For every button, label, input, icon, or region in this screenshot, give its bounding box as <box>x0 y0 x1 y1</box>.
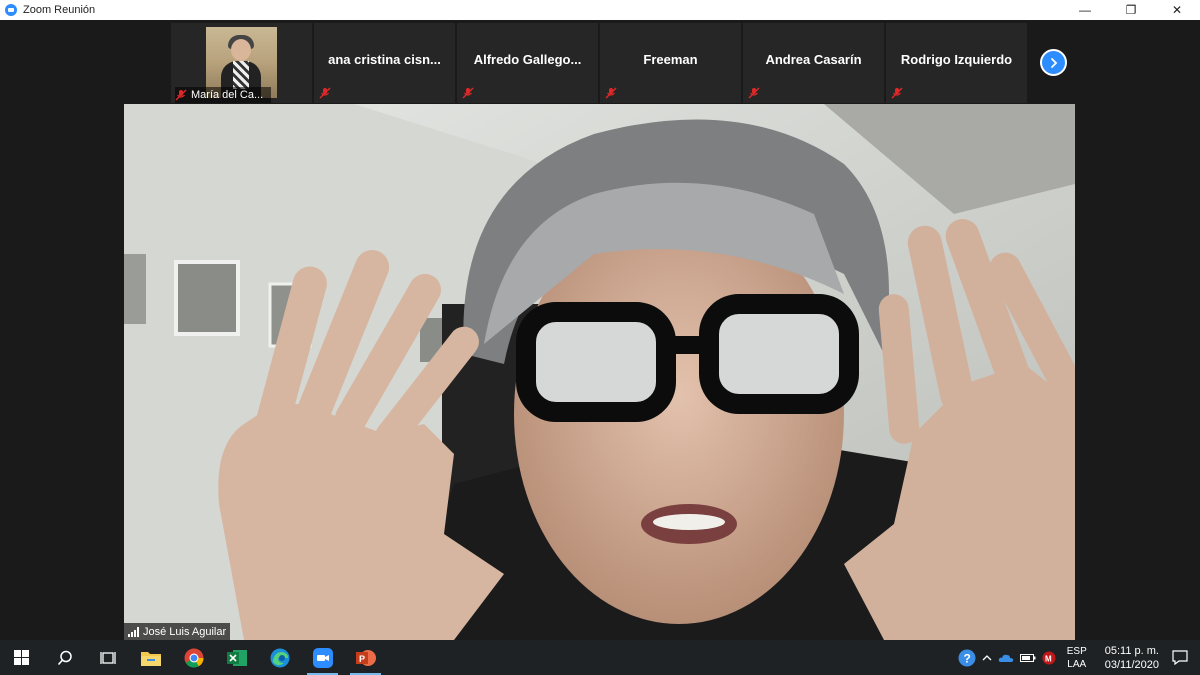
task-view-button[interactable] <box>86 640 129 675</box>
shield-icon: M <box>1042 651 1056 664</box>
chrome-button[interactable] <box>172 640 215 675</box>
chevron-up-icon <box>982 654 992 660</box>
restore-button[interactable]: ❐ <box>1108 0 1154 20</box>
title-bar: Zoom Reunión — ❐ ✕ <box>0 0 1200 20</box>
notifications-button[interactable] <box>1172 650 1188 665</box>
chevron-right-icon <box>1050 57 1057 68</box>
battery-tray-button[interactable] <box>1019 653 1036 663</box>
task-view-icon <box>99 651 116 664</box>
chrome-icon <box>184 648 203 668</box>
muted-mic-icon <box>891 87 903 99</box>
signal-strength-icon <box>128 626 139 637</box>
participant-name-tag: María del Ca... <box>175 87 271 103</box>
input-language-indicator[interactable]: ESP LAA <box>1067 645 1087 671</box>
windows-taskbar: P ? M ESP LAA 05:11 p. m. 03/11/2020 <box>0 640 1200 675</box>
participant-name: María del Ca... <box>191 89 264 101</box>
file-explorer-button[interactable] <box>129 640 172 675</box>
svg-text:?: ? <box>963 651 970 665</box>
keyboard-layout-code: LAA <box>1067 658 1087 670</box>
speaker-name-tag: José Luis Aguilar <box>124 623 231 640</box>
close-button[interactable]: ✕ <box>1154 0 1200 20</box>
file-explorer-icon <box>140 651 161 666</box>
windows-start-icon <box>14 650 29 665</box>
notification-icon <box>1172 650 1188 665</box>
excel-button[interactable] <box>215 640 258 675</box>
clock-date: 03/11/2020 <box>1104 658 1159 671</box>
help-tray-button[interactable]: ? <box>958 649 976 667</box>
language-code: ESP <box>1066 645 1087 657</box>
taskbar-clock[interactable]: 05:11 p. m. 03/11/2020 <box>1105 644 1159 672</box>
participant-name: Andrea Casarín <box>765 52 862 67</box>
participant-name: ana cristina cisn... <box>328 52 441 67</box>
window-controls: — ❐ ✕ <box>1062 0 1200 20</box>
powerpoint-button[interactable]: P <box>344 640 387 675</box>
participant-name: Alfredo Gallego... <box>473 52 582 67</box>
speaker-video-frame <box>124 104 1075 640</box>
speaker-name: José Luis Aguilar <box>143 625 227 638</box>
window-title: Zoom Reunión <box>23 4 96 16</box>
zoom-icon <box>312 647 333 668</box>
search-button[interactable] <box>43 640 86 675</box>
start-button[interactable] <box>0 640 43 675</box>
mcafee-tray-button[interactable]: M <box>1042 651 1056 665</box>
participant-tile[interactable]: Alfredo Gallego... <box>457 23 598 103</box>
muted-mic-icon <box>605 87 617 99</box>
onedrive-tray-button[interactable] <box>998 653 1014 663</box>
participant-tile[interactable]: Rodrigo Izquierdo <box>886 23 1027 103</box>
participant-tile[interactable]: Freeman <box>600 23 741 103</box>
zoom-taskbar-button[interactable] <box>301 640 344 675</box>
cloud-icon <box>998 654 1013 662</box>
edge-button[interactable] <box>258 640 301 675</box>
participant-name: Freeman <box>643 52 698 67</box>
svg-text:M: M <box>1045 654 1052 663</box>
powerpoint-icon: P <box>355 649 376 666</box>
participant-tile[interactable]: María del Ca... <box>171 23 312 103</box>
search-icon <box>57 650 72 665</box>
minimize-button[interactable]: — <box>1062 0 1108 20</box>
clock-time: 05:11 p. m. <box>1104 644 1159 657</box>
svg-text:P: P <box>359 654 365 664</box>
help-icon: ? <box>958 649 976 666</box>
participant-tile[interactable]: Andrea Casarín <box>743 23 884 103</box>
participant-tile[interactable]: ana cristina cisn... <box>314 23 455 103</box>
active-speaker-video <box>124 104 1075 640</box>
participant-strip: María del Ca... ana cristina cisn... Alf… <box>0 20 1200 104</box>
participant-name: Rodrigo Izquierdo <box>900 52 1013 67</box>
muted-mic-icon <box>748 87 760 99</box>
excel-icon <box>226 649 247 666</box>
battery-icon <box>1019 653 1036 662</box>
muted-mic-icon <box>175 89 187 101</box>
muted-mic-icon <box>462 87 474 99</box>
muted-mic-icon <box>319 87 331 99</box>
show-hidden-icons-button[interactable] <box>982 654 992 662</box>
system-tray: ? M ESP LAA 05:11 p. m. 03/11/2020 <box>955 640 1200 675</box>
zoom-app-icon <box>5 4 17 16</box>
next-page-button[interactable] <box>1040 49 1067 76</box>
edge-icon <box>270 648 289 667</box>
